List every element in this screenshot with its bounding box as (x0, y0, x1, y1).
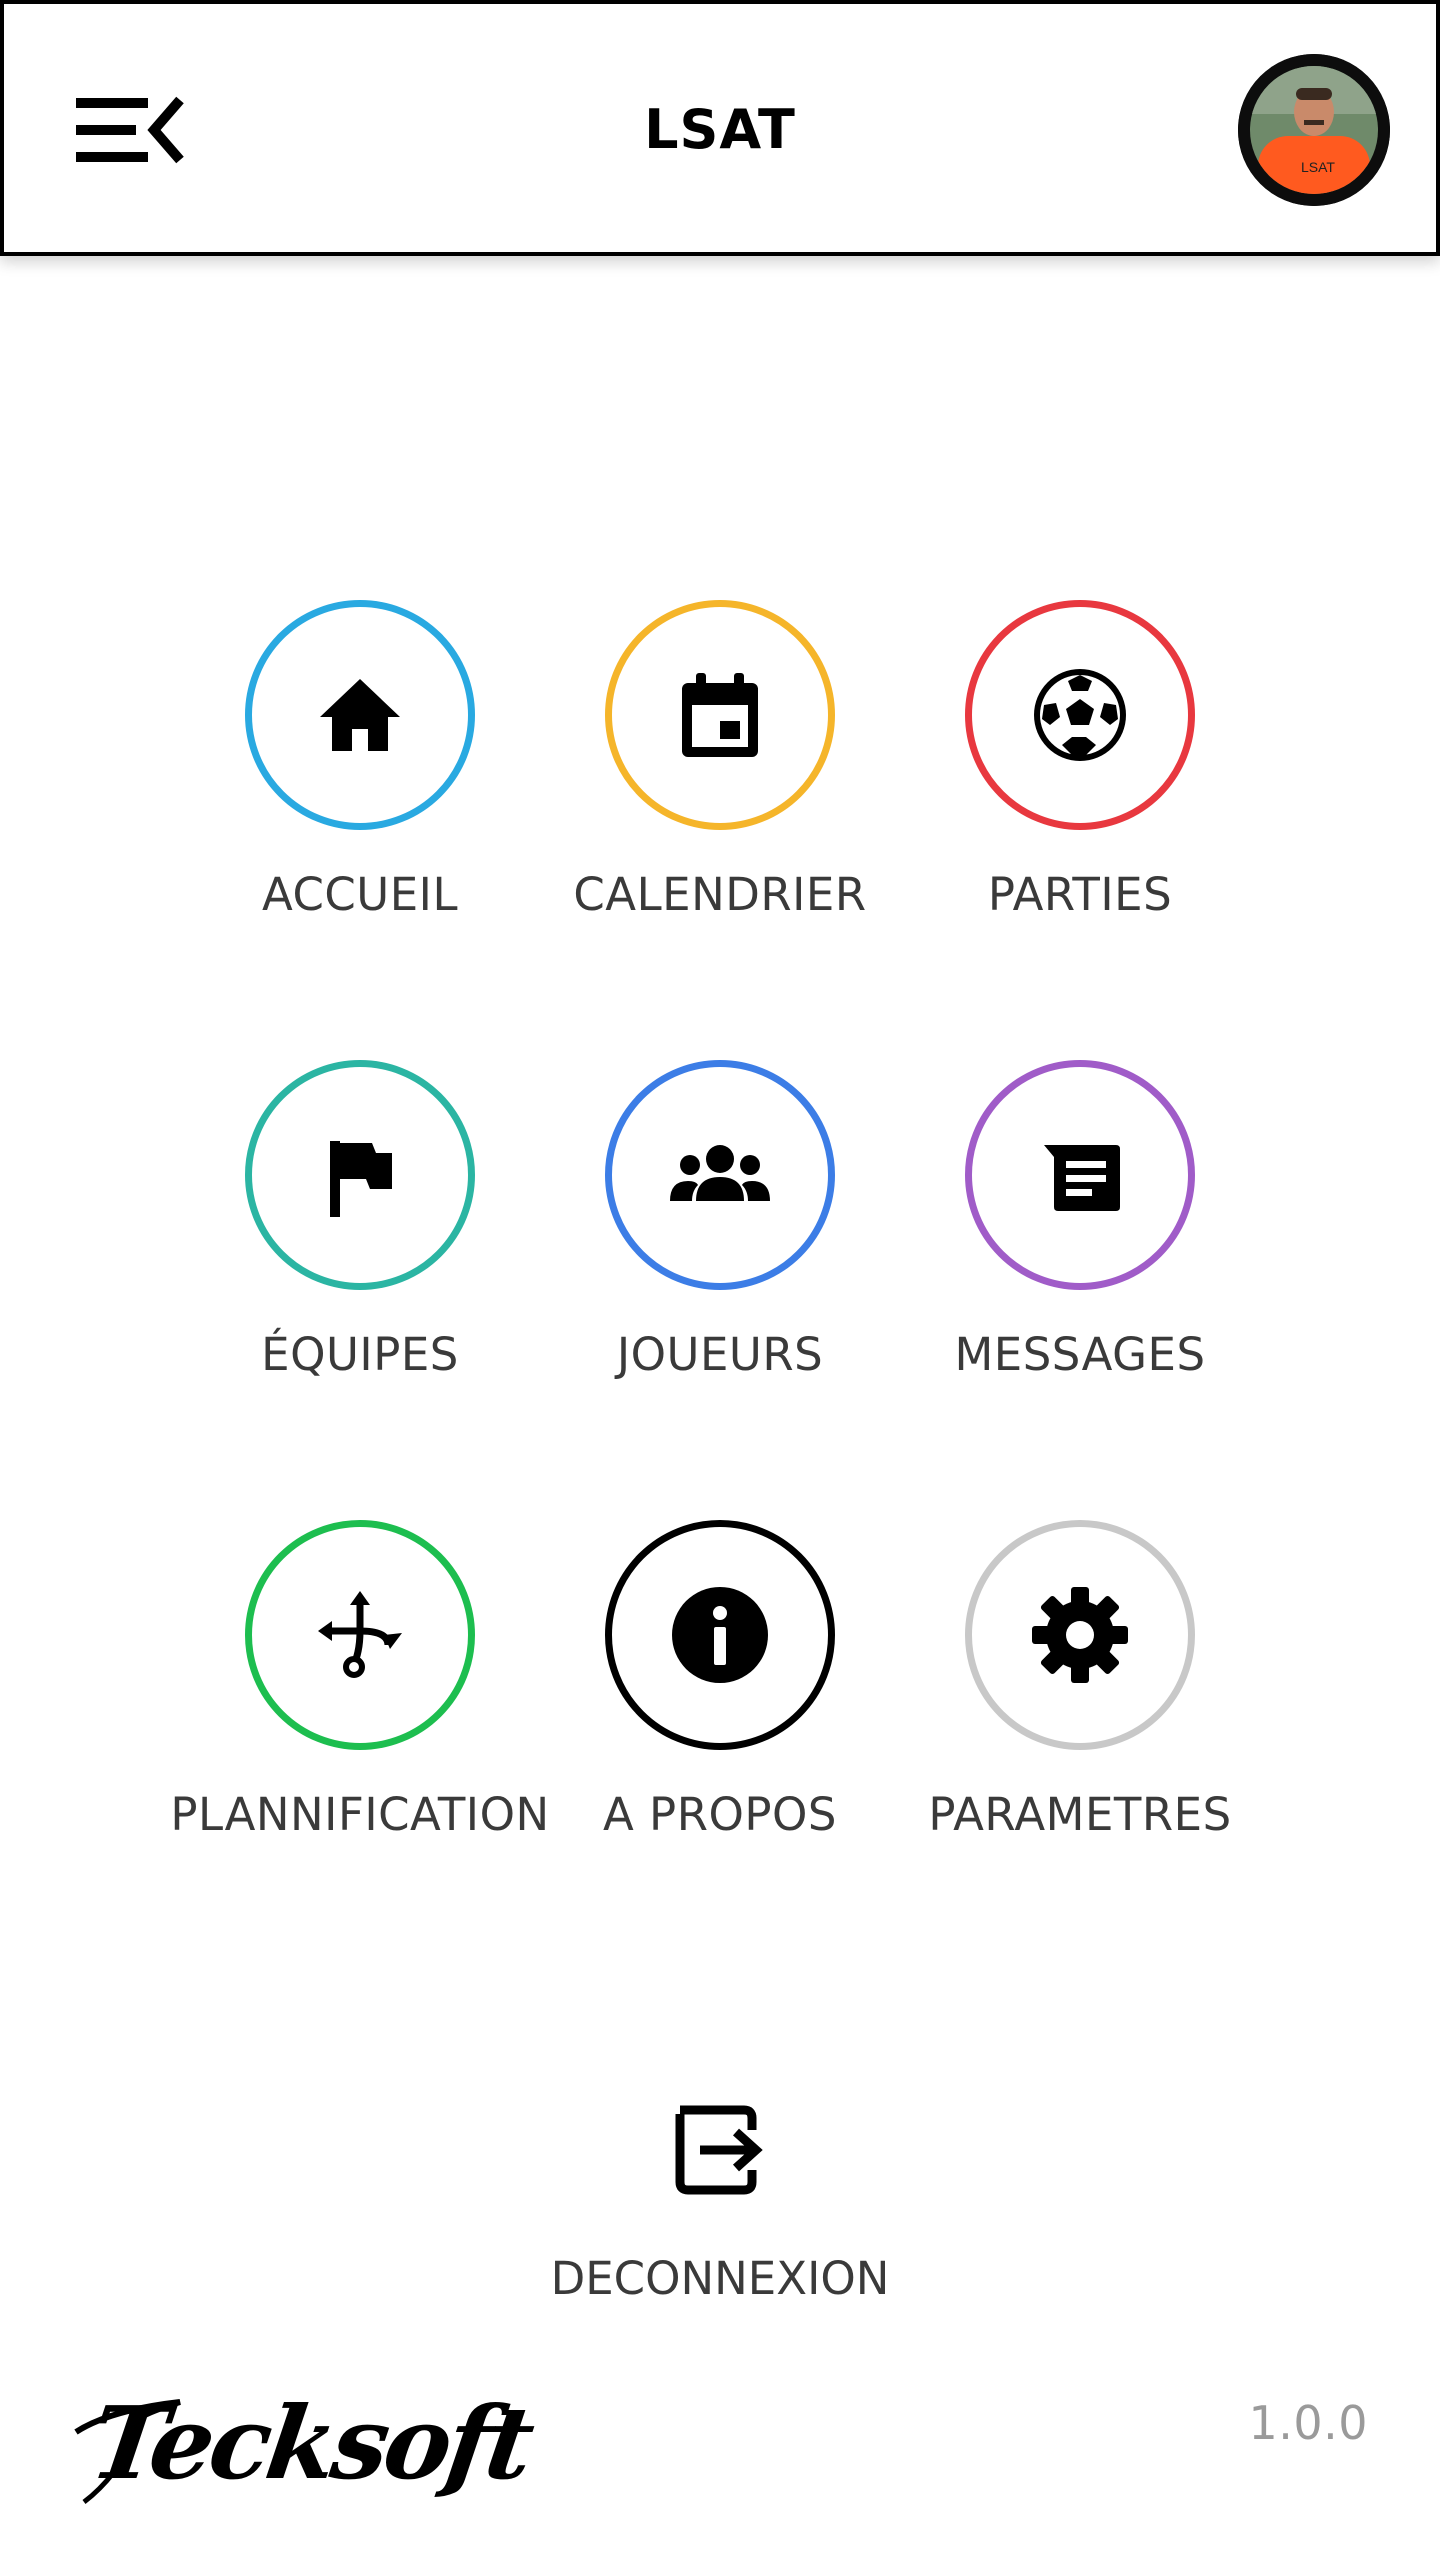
icon-ring (605, 600, 835, 830)
menu-tile-label: ÉQUIPES (261, 1328, 459, 1381)
icon-ring (245, 600, 475, 830)
menu-tile-parametres[interactable]: PARAMETRES (880, 1520, 1280, 1860)
calendar-icon (660, 655, 780, 775)
fork-arrows-icon (300, 1575, 420, 1695)
menu-tile-messages[interactable]: MESSAGES (880, 1060, 1280, 1400)
app-version: 1.0.0 (1248, 2396, 1368, 2450)
menu-tile-label: JOUEURS (616, 1328, 824, 1381)
logout-icon (670, 2100, 770, 2200)
menu-tile-label: A PROPOS (602, 1788, 838, 1841)
brand-logo-text: Tecksoft (83, 2384, 538, 2502)
logout-label: DECONNEXION (550, 2252, 890, 2305)
avatar-jersey-text: LSAT (1301, 159, 1335, 175)
app-header: LSAT LSAT (0, 0, 1440, 256)
icon-ring (245, 1060, 475, 1290)
icon-ring (245, 1520, 475, 1750)
page-title: LSAT (644, 98, 796, 161)
message-icon (1020, 1115, 1140, 1235)
menu-tile-equipes[interactable]: ÉQUIPES (160, 1060, 560, 1400)
menu-tile-label: CALENDRIER (573, 868, 867, 921)
icon-ring (605, 1060, 835, 1290)
menu-tile-calendrier[interactable]: CALENDRIER (520, 600, 920, 940)
menu-tile-label: ACCUEIL (261, 868, 459, 921)
icon-ring (605, 1520, 835, 1750)
group-icon (660, 1115, 780, 1235)
soccer-ball-icon (1020, 655, 1140, 775)
menu-tile-label: MESSAGES (954, 1328, 1206, 1381)
menu-tile-label: PARTIES (987, 868, 1173, 921)
menu-tile-a-propos[interactable]: A PROPOS (520, 1520, 920, 1860)
gear-icon (1020, 1575, 1140, 1695)
icon-ring (965, 1060, 1195, 1290)
menu-tile-plannification[interactable]: PLANNIFICATION (160, 1520, 560, 1860)
menu-tile-accueil[interactable]: ACCUEIL (160, 600, 560, 940)
menu-tile-label: PLANNIFICATION (170, 1788, 550, 1841)
home-icon (300, 655, 420, 775)
icon-ring (965, 600, 1195, 830)
icon-ring (965, 1520, 1195, 1750)
brand-logo: Tecksoft (70, 2380, 537, 2510)
menu-tile-label: PARAMETRES (928, 1788, 1232, 1841)
logout-button[interactable]: DECONNEXION (520, 2100, 920, 2320)
menu-tile-parties[interactable]: PARTIES (880, 600, 1280, 940)
avatar[interactable]: LSAT (1238, 54, 1390, 206)
flag-icon (300, 1115, 420, 1235)
menu-tile-joueurs[interactable]: JOUEURS (520, 1060, 920, 1400)
info-icon (660, 1575, 780, 1695)
